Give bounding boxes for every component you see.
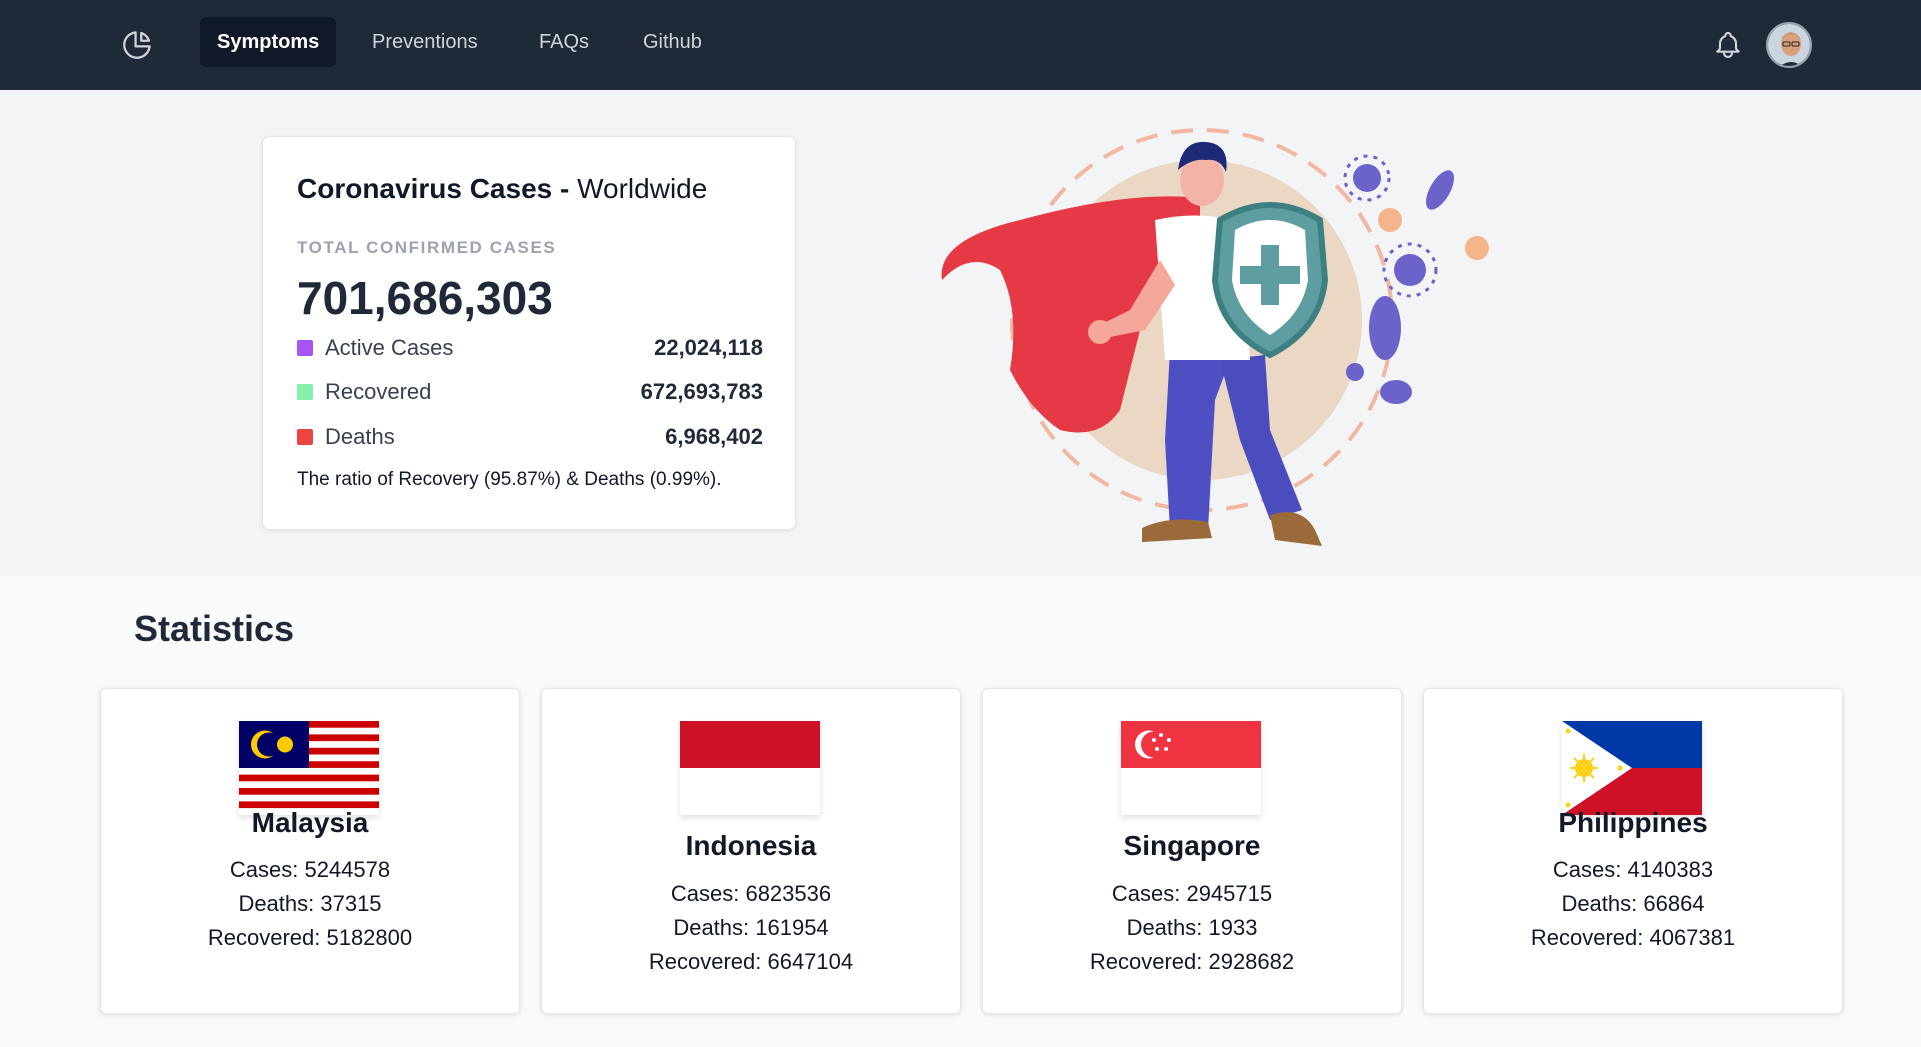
country-deaths: Deaths: 161954 <box>673 915 829 940</box>
malaysia-flag <box>239 721 379 815</box>
country-cases: Cases: 2945715 <box>1111 881 1273 906</box>
total-confirmed-value: 701,686,303 <box>297 272 553 324</box>
country-deaths: Deaths: 66864 <box>1561 891 1705 916</box>
deaths-row: Deaths 6,968,402 <box>297 422 763 452</box>
country-card-malaysia: Malaysia Cases: 5244578 Deaths: 37315 Re… <box>100 688 520 1014</box>
country-recovered: Recovered: 6647104 <box>648 949 854 974</box>
country-cases: Cases: 6823536 <box>670 881 832 906</box>
recovery-death-ratio: The ratio of Recovery (95.87%) & Deaths … <box>297 469 722 490</box>
active-cases-value: 22,024,118 <box>654 335 763 360</box>
deaths-swatch <box>297 429 313 445</box>
recovered-row: Recovered 672,693,783 <box>297 377 763 407</box>
nav-symptoms[interactable]: Symptoms <box>200 17 337 67</box>
hero-section: Coronavirus Cases - Worldwide TOTAL CONF… <box>0 90 1921 576</box>
statistics-heading: Statistics <box>134 608 295 649</box>
country-deaths: Deaths: 37315 <box>238 891 382 916</box>
philippines-flag <box>1562 721 1702 815</box>
country-name: Philippines <box>1558 807 1708 838</box>
summary-title: Coronavirus Cases - Worldwide <box>297 173 707 205</box>
country-card-philippines: Philippines Cases: 4140383 Deaths: 66864… <box>1423 688 1843 1014</box>
country-card-indonesia: Indonesia Cases: 6823536 Deaths: 161954 … <box>541 688 961 1014</box>
nav-faqs[interactable]: FAQs <box>522 17 606 67</box>
active-cases-label: Active Cases <box>325 335 454 360</box>
worldwide-summary-card: Coronavirus Cases - Worldwide TOTAL CONF… <box>262 136 796 530</box>
bell-icon[interactable] <box>1712 29 1744 61</box>
recovered-value: 672,693,783 <box>640 379 763 404</box>
recovered-swatch <box>297 384 313 400</box>
top-navbar: Symptoms Preventions FAQs Github <box>0 0 1921 90</box>
country-recovered: Recovered: 5182800 <box>207 925 413 950</box>
singapore-flag <box>1121 721 1261 815</box>
country-deaths: Deaths: 1933 <box>1126 915 1258 940</box>
country-name: Malaysia <box>251 807 369 838</box>
summary-title-scope: Worldwide <box>577 173 708 204</box>
active-cases-swatch <box>297 340 313 356</box>
indonesia-flag <box>680 721 820 815</box>
nav-preventions[interactable]: Preventions <box>355 17 495 67</box>
country-cases: Cases: 5244578 <box>229 857 391 882</box>
total-confirmed-label: TOTAL CONFIRMED CASES <box>297 238 557 257</box>
active-cases-row: Active Cases 22,024,118 <box>297 333 763 363</box>
superhero-illustration <box>941 128 1489 546</box>
summary-title-main: Coronavirus Cases - <box>297 173 570 204</box>
nav-github[interactable]: Github <box>626 17 719 67</box>
country-recovered: Recovered: 4067381 <box>1530 925 1736 950</box>
deaths-label: Deaths <box>325 424 395 449</box>
country-name: Singapore <box>1123 830 1261 861</box>
recovered-label: Recovered <box>325 379 432 404</box>
country-recovered: Recovered: 2928682 <box>1089 949 1295 974</box>
deaths-value: 6,968,402 <box>665 424 763 449</box>
pie-chart-icon[interactable] <box>120 28 154 62</box>
country-name: Indonesia <box>685 830 817 861</box>
country-card-singapore: Singapore Cases: 2945715 Deaths: 1933 Re… <box>982 688 1402 1014</box>
user-avatar[interactable] <box>1766 22 1812 68</box>
country-cases: Cases: 4140383 <box>1552 857 1714 882</box>
